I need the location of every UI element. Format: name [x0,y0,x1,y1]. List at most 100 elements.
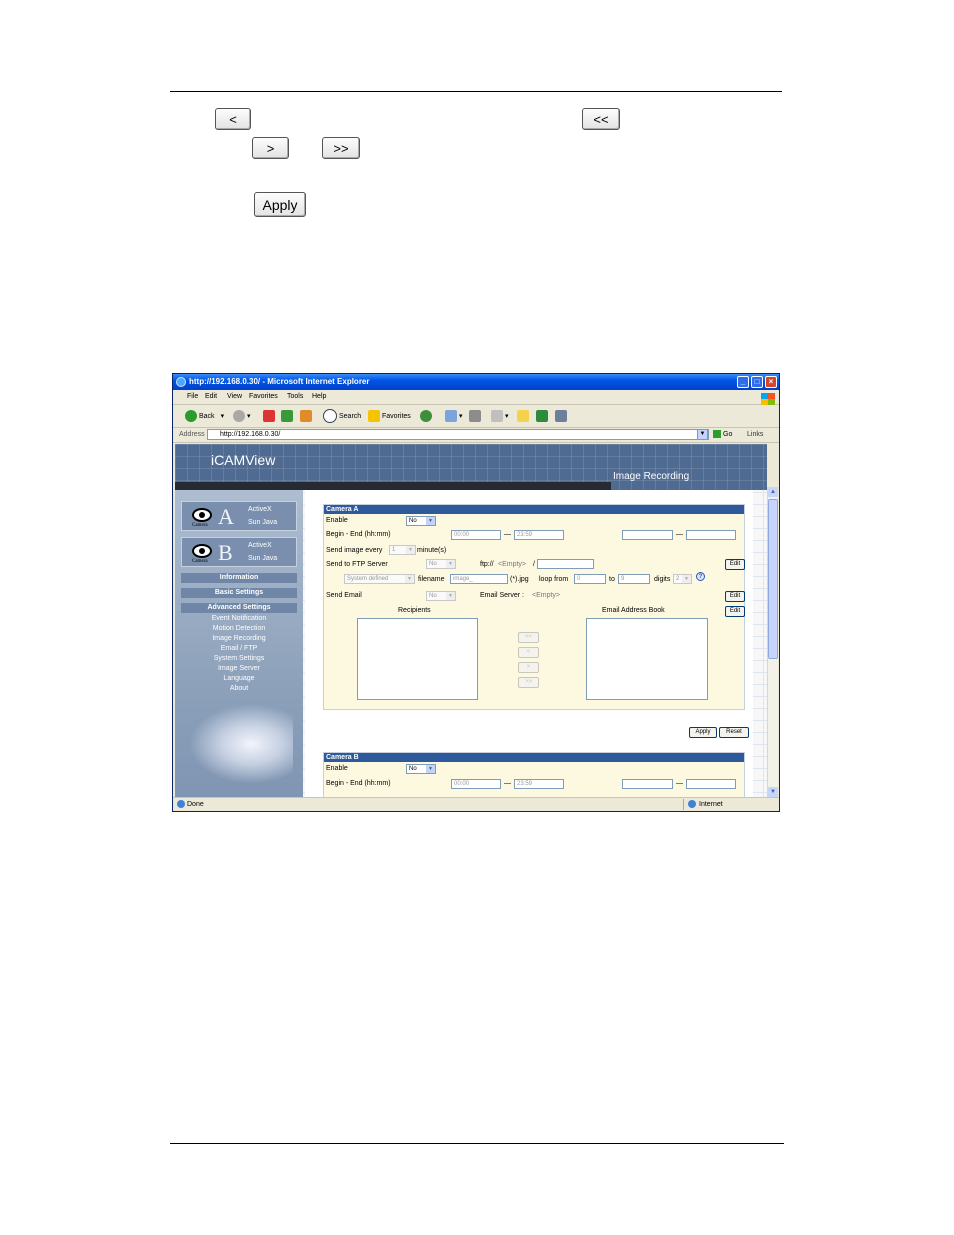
nav-basic-settings[interactable]: Basic Settings [181,588,297,598]
discuss-button[interactable] [517,409,531,423]
status-text: Done [187,801,204,808]
loop-from-label: loop from [539,576,569,583]
camera-b-enable-select[interactable]: No ▼ [406,764,436,774]
maximize-icon[interactable]: □ [751,376,763,388]
camera-b-java-link[interactable]: Sun Java [248,555,277,562]
camera-b-end-time-2-input[interactable] [686,779,736,789]
apply-button-figure: Apply [254,192,306,217]
filename-mode-select[interactable]: System defined ▼ [344,574,415,584]
discuss-icon [517,410,529,422]
camera-b-end-time-input[interactable]: 23:59 [514,779,564,789]
edit-page-button[interactable]: ▾ [491,409,509,423]
nav-email-ftp[interactable]: Email / FTP [175,645,303,652]
address-book-edit-button[interactable]: Edit [725,606,745,617]
digits-select[interactable]: 2 ▼ [673,574,692,584]
address-label: Address [179,431,205,438]
ftp-path-input[interactable] [537,559,594,569]
nav-advanced-settings[interactable]: Advanced Settings [181,603,297,613]
close-icon[interactable]: × [765,376,777,388]
mail-icon [445,410,457,422]
loop-from-input[interactable]: 0 [574,574,606,584]
scroll-up-icon[interactable]: ▲ [768,487,778,497]
vertical-scrollbar[interactable]: ▲ ▼ [767,487,778,797]
menu-favorites[interactable]: Favorites [249,393,278,400]
help-icon[interactable]: ? [696,572,705,581]
ftp-edit-button[interactable]: Edit [725,559,745,570]
footer-rule [170,1143,784,1144]
nav-motion-detection[interactable]: Motion Detection [175,625,303,632]
camera-b-begin-time-2-input[interactable] [622,779,673,789]
favorites-button[interactable]: Favorites [368,409,411,423]
menu-tools[interactable]: Tools [287,393,303,400]
forward-button[interactable]: ▾ [233,409,251,423]
go-button[interactable]: Go [713,430,732,438]
content-area: Camera A Enable No ▼ Begin - End (hh:mm) … [305,490,753,798]
nav-about[interactable]: About [175,685,303,692]
filename-input[interactable]: image_ [450,574,508,584]
messenger-button[interactable] [536,409,550,423]
loop-to-input[interactable]: 9 [618,574,650,584]
begin-time-input[interactable]: 00:00 [451,530,501,540]
ftp-select[interactable]: No ▼ [426,559,456,569]
scroll-thumb[interactable] [768,499,778,659]
print-button[interactable] [469,409,483,423]
mail-button[interactable]: ▾ [445,409,463,423]
end-time-input[interactable]: 23:59 [514,530,564,540]
apply-button[interactable]: Apply [689,727,717,738]
move-all-left-button[interactable]: << [518,632,539,643]
reset-button[interactable]: Reset [719,727,749,738]
links-button[interactable]: Links [747,431,763,438]
loop-to-label: to [609,576,615,583]
zone-text: Internet [699,801,723,808]
research-button[interactable] [555,409,569,423]
address-input[interactable]: http://192.168.0.30/ [207,429,709,440]
camera-a-java-link[interactable]: Sun Java [248,519,277,526]
enable-label: Enable [326,517,348,524]
camera-b-activex-link[interactable]: ActiveX [248,542,272,549]
status-bar: Done Internet [173,797,779,811]
move-left-button[interactable]: < [518,647,539,658]
research-icon [555,410,567,422]
header-rule [170,91,782,92]
menu-view[interactable]: View [227,393,242,400]
history-button[interactable] [420,409,434,423]
email-edit-button[interactable]: Edit [725,591,745,602]
enable-select[interactable]: No ▼ [406,516,436,526]
address-book-list[interactable] [586,618,708,700]
begin-time-2-input[interactable] [622,530,673,540]
toolbar: Back ▾ ▾ Search Favorites ▾ ▾ [173,405,779,428]
minimize-icon[interactable]: _ [737,376,749,388]
end-time-2-input[interactable] [686,530,736,540]
move-all-right-button[interactable]: >> [518,677,539,688]
app-banner: iCAMView Image Recording [175,444,767,490]
nav-information[interactable]: Information [181,573,297,583]
refresh-button[interactable] [281,409,295,423]
menu-file[interactable]: File [187,393,198,400]
nav-language[interactable]: Language [175,675,303,682]
nav-system-settings[interactable]: System Settings [175,655,303,662]
internet-zone-icon [688,800,696,808]
recipients-list[interactable] [357,618,478,700]
back-button[interactable]: Back ▾ [185,409,224,423]
recipients-label: Recipients [398,607,431,614]
messenger-icon [536,410,548,422]
menu-edit[interactable]: Edit [205,393,217,400]
send-every-select[interactable]: 1 ▼ [389,545,416,555]
home-button[interactable] [300,409,314,423]
camera-a-activex-link[interactable]: ActiveX [248,506,272,513]
back-arrow-icon [185,410,197,422]
address-dropdown-icon[interactable]: ▼ [697,429,708,440]
nav-image-server[interactable]: Image Server [175,665,303,672]
stop-button[interactable] [263,409,277,423]
camera-b-begin-time-input[interactable]: 00:00 [451,779,501,789]
menu-help[interactable]: Help [312,393,326,400]
send-email-select[interactable]: No ▼ [426,591,456,601]
nav-image-recording[interactable]: Image Recording [175,635,303,642]
move-all-right-button-figure: >> [322,137,360,159]
filename-label: filename [418,576,445,583]
move-right-button[interactable]: > [518,662,539,673]
nav-event-notification[interactable]: Event Notification [175,615,303,622]
search-button[interactable]: Search [323,409,361,423]
scroll-down-icon[interactable]: ▼ [768,787,778,797]
decorative-art [189,704,293,784]
